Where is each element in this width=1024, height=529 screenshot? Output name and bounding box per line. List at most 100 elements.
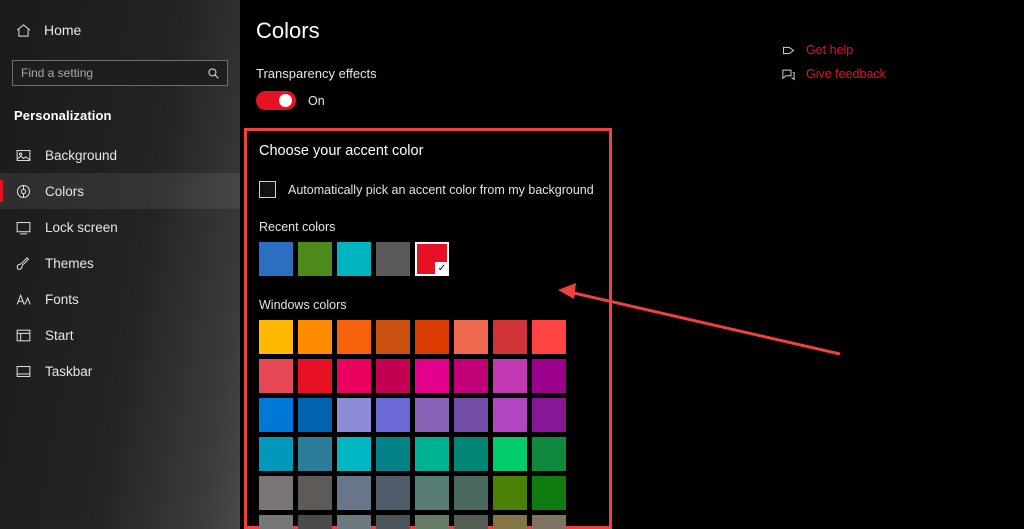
windows-color-swatch[interactable] <box>493 398 527 432</box>
recent-color-swatch[interactable] <box>376 242 410 276</box>
sidebar-item-home[interactable]: Home <box>0 10 240 50</box>
sidebar-item-taskbar[interactable]: Taskbar <box>0 353 240 389</box>
windows-color-swatch[interactable] <box>532 476 566 510</box>
give-feedback-label: Give feedback <box>806 67 886 81</box>
give-feedback-link[interactable]: Give feedback <box>780 62 920 86</box>
windows-color-swatch[interactable] <box>415 398 449 432</box>
windows-color-swatch[interactable] <box>415 437 449 471</box>
sidebar-nav: Background Colors Lock screen Themes Fon… <box>0 137 240 389</box>
transparency-toggle[interactable] <box>256 91 296 110</box>
windows-color-swatch[interactable] <box>298 515 332 529</box>
auto-accent-checkbox[interactable] <box>259 181 276 198</box>
picture-icon <box>14 146 32 164</box>
toggle-knob <box>279 94 292 107</box>
windows-color-swatch[interactable] <box>376 398 410 432</box>
windows-color-swatch[interactable] <box>298 398 332 432</box>
brush-icon <box>14 254 32 272</box>
sidebar-item-label: Background <box>45 147 118 163</box>
windows-color-swatch[interactable] <box>376 476 410 510</box>
windows-color-swatch[interactable] <box>259 476 293 510</box>
search-field-wrap <box>12 60 228 86</box>
windows-color-swatch[interactable] <box>259 359 293 393</box>
windows-color-swatch[interactable] <box>337 359 371 393</box>
sidebar-item-label: Fonts <box>45 291 79 307</box>
sidebar-item-themes[interactable]: Themes <box>0 245 240 281</box>
auto-accent-checkbox-row[interactable]: Automatically pick an accent color from … <box>259 181 609 198</box>
windows-colors-row <box>259 359 609 393</box>
windows-color-swatch[interactable] <box>532 398 566 432</box>
windows-colors-row <box>259 437 609 471</box>
windows-color-swatch[interactable] <box>415 320 449 354</box>
windows-colors-row <box>259 398 609 432</box>
windows-color-swatch[interactable] <box>493 320 527 354</box>
windows-color-swatch[interactable] <box>532 515 566 529</box>
windows-color-swatch[interactable] <box>337 398 371 432</box>
get-help-link[interactable]: Get help <box>780 38 920 62</box>
recent-color-swatch[interactable] <box>259 242 293 276</box>
windows-color-swatch[interactable] <box>454 476 488 510</box>
sidebar-item-label: Taskbar <box>45 363 93 379</box>
recent-color-swatch[interactable] <box>298 242 332 276</box>
windows-color-swatch[interactable] <box>337 515 371 529</box>
sidebar-item-background[interactable]: Background <box>0 137 240 173</box>
get-help-label: Get help <box>806 43 854 57</box>
sidebar-item-fonts[interactable]: Fonts <box>0 281 240 317</box>
recent-color-swatch[interactable] <box>337 242 371 276</box>
windows-color-swatch[interactable] <box>454 320 488 354</box>
sidebar-item-lock-screen[interactable]: Lock screen <box>0 209 240 245</box>
windows-color-swatch[interactable] <box>337 320 371 354</box>
windows-color-swatch[interactable] <box>376 320 410 354</box>
accent-color-highlight-box: Choose your accent color Automatically p… <box>244 128 612 529</box>
windows-color-swatch[interactable] <box>493 515 527 529</box>
feedback-icon <box>780 66 796 82</box>
recent-color-swatch[interactable]: ✓ <box>415 242 449 276</box>
recent-colors-label: Recent colors <box>259 220 336 234</box>
windows-color-swatch[interactable] <box>493 437 527 471</box>
windows-color-swatch[interactable] <box>454 398 488 432</box>
windows-color-swatch[interactable] <box>415 359 449 393</box>
auto-accent-label: Automatically pick an accent color from … <box>288 182 594 197</box>
search-input[interactable] <box>12 60 228 86</box>
recent-colors-row: ✓ <box>259 242 609 276</box>
taskbar-icon <box>14 362 32 380</box>
windows-color-swatch[interactable] <box>454 515 488 529</box>
windows-color-swatch[interactable] <box>259 437 293 471</box>
windows-colors-row <box>259 476 609 510</box>
windows-color-swatch[interactable] <box>259 320 293 354</box>
windows-color-swatch[interactable] <box>376 359 410 393</box>
windows-colors-grid <box>259 320 609 529</box>
windows-color-swatch[interactable] <box>337 437 371 471</box>
windows-color-swatch[interactable] <box>532 437 566 471</box>
sidebar-item-colors[interactable]: Colors <box>0 173 240 209</box>
home-icon <box>14 21 32 39</box>
windows-color-swatch[interactable] <box>532 320 566 354</box>
windows-color-swatch[interactable] <box>298 476 332 510</box>
selected-check-icon: ✓ <box>435 262 449 276</box>
windows-color-swatch[interactable] <box>454 437 488 471</box>
transparency-state: On <box>308 93 325 108</box>
windows-color-swatch[interactable] <box>493 476 527 510</box>
windows-color-swatch[interactable] <box>415 515 449 529</box>
content-area: Colors Transparency effects On Get help <box>240 0 1024 529</box>
windows-color-swatch[interactable] <box>337 476 371 510</box>
windows-color-swatch[interactable] <box>259 515 293 529</box>
windows-colors-label: Windows colors <box>259 298 347 312</box>
question-help-icon <box>780 42 796 58</box>
windows-color-swatch[interactable] <box>454 359 488 393</box>
search-icon[interactable] <box>204 64 222 82</box>
windows-color-swatch[interactable] <box>298 437 332 471</box>
windows-color-swatch[interactable] <box>259 398 293 432</box>
windows-color-swatch[interactable] <box>493 359 527 393</box>
windows-color-swatch[interactable] <box>376 437 410 471</box>
windows-color-swatch[interactable] <box>298 359 332 393</box>
sidebar-item-start[interactable]: Start <box>0 317 240 353</box>
windows-color-swatch[interactable] <box>415 476 449 510</box>
help-links: Get help Give feedback <box>780 38 920 86</box>
windows-color-swatch[interactable] <box>532 359 566 393</box>
sidebar-home-label: Home <box>44 22 82 38</box>
sidebar-item-label: Lock screen <box>45 219 118 235</box>
accent-heading: Choose your accent color <box>259 143 424 159</box>
windows-colors-row <box>259 320 609 354</box>
windows-color-swatch[interactable] <box>298 320 332 354</box>
windows-color-swatch[interactable] <box>376 515 410 529</box>
